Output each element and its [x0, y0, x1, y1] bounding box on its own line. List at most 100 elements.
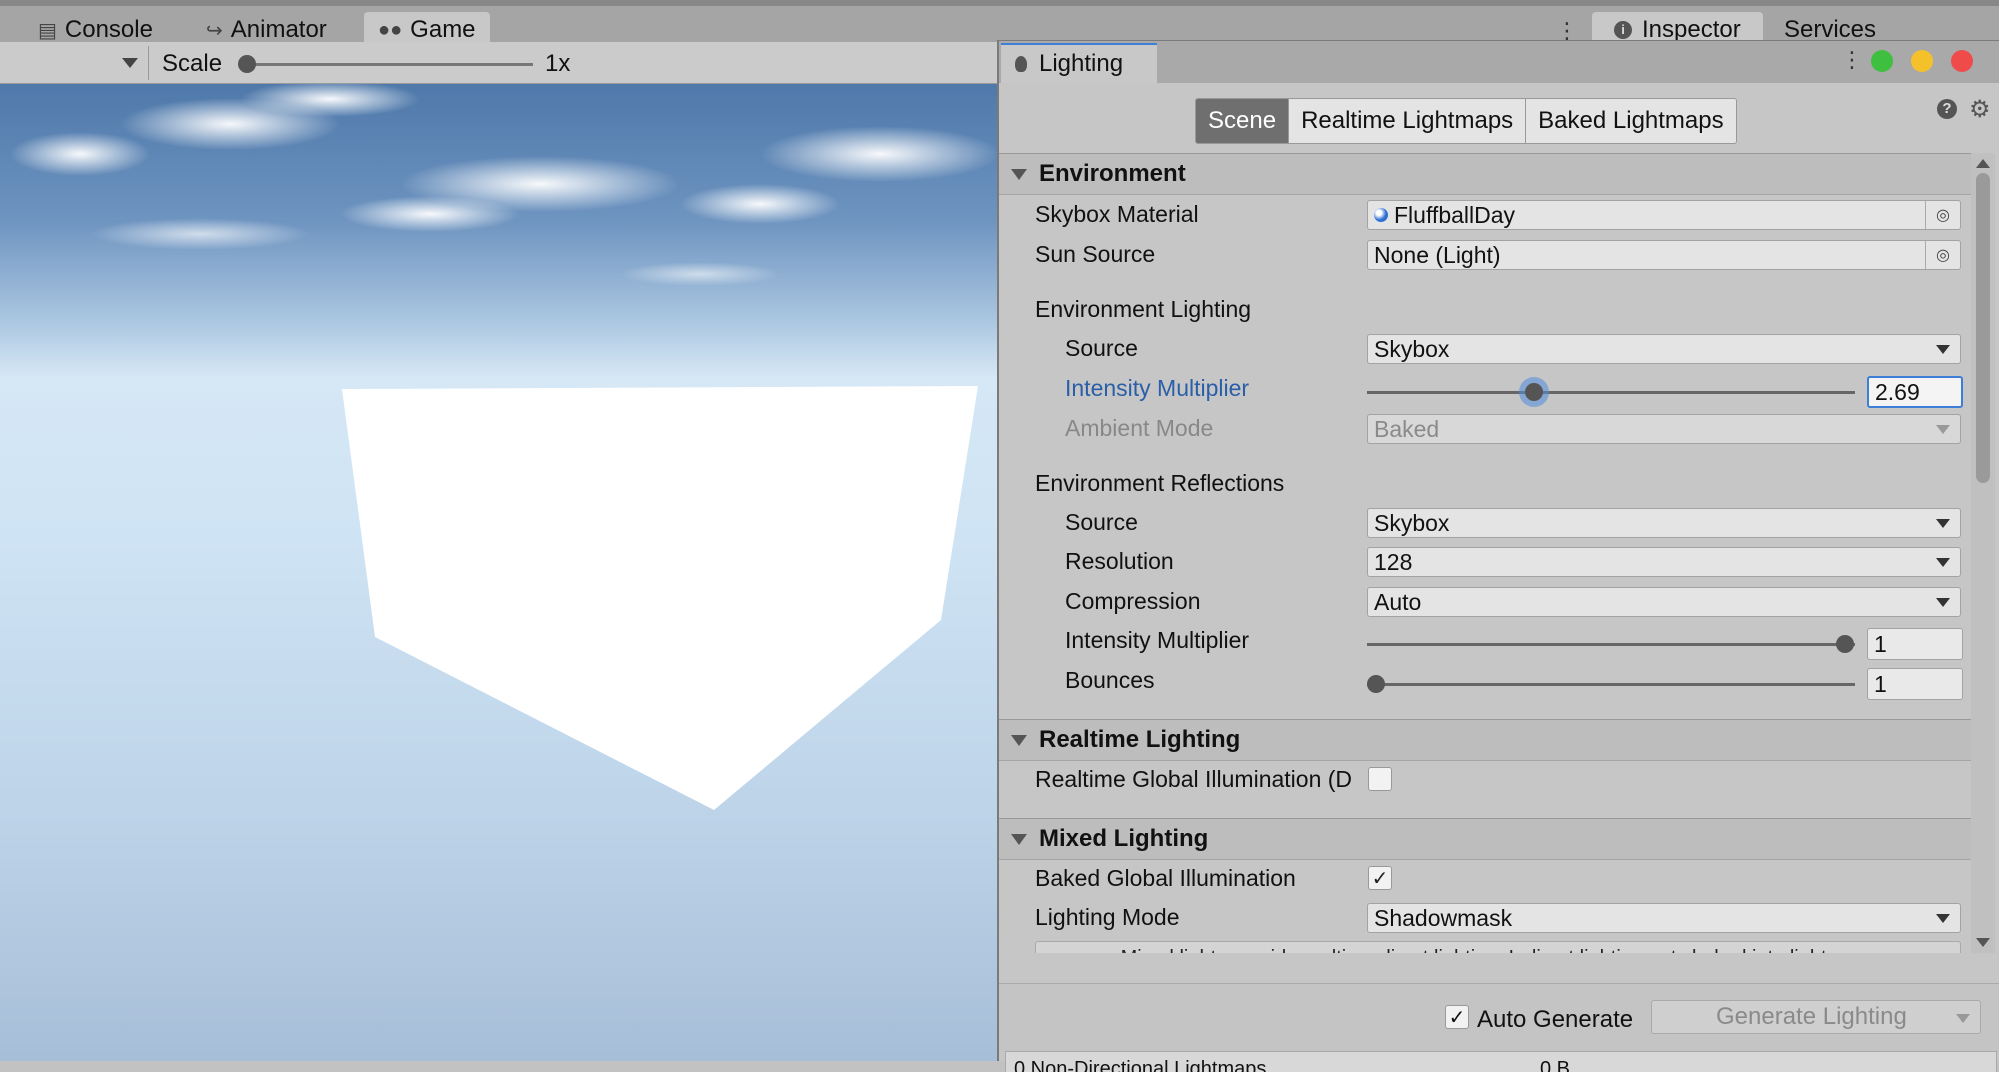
bounces-slider-thumb[interactable] [1367, 675, 1385, 693]
lighting-titlebar: Lighting ⋮ [999, 41, 1999, 83]
lighting-window: Lighting ⋮ Scene Realtime Lightmaps Bake… [997, 40, 1999, 1072]
generate-lighting-label: Generate Lighting [1716, 1003, 1907, 1030]
help-icon[interactable]: ? [1937, 99, 1957, 119]
reflection-source-value: Skybox [1374, 509, 1450, 536]
lightmap-size: 0 B [1540, 1058, 1571, 1072]
mixed-lighting-info-box: Mixed lights provide realtime direct lig… [1035, 941, 1961, 953]
editor-tab-bar: ▤ Console ↪ Animator ●● Game ⋮ i Inspect… [0, 0, 1999, 48]
baked-gi-checkbox[interactable]: ✓ [1368, 866, 1392, 890]
chevron-down-icon [1936, 914, 1950, 923]
auto-generate-checkbox[interactable]: ✓ [1445, 1005, 1469, 1029]
realtime-gi-checkbox[interactable] [1368, 767, 1392, 791]
bounces-label: Bounces [1065, 667, 1155, 693]
compression-label: Compression [1065, 588, 1201, 614]
skybox-material-label: Skybox Material [1035, 201, 1199, 227]
object-picker-icon[interactable]: ◎ [1925, 201, 1960, 229]
bounces-input[interactable]: 1 [1867, 668, 1963, 700]
foldout-arrow-icon [1011, 734, 1027, 746]
lighting-mode-label: Lighting Mode [1035, 904, 1180, 930]
maximize-button[interactable] [1871, 50, 1893, 72]
ambient-mode-label: Ambient Mode [1065, 415, 1214, 441]
game-toolbar: Scale 1x [0, 42, 1000, 84]
baked-gi-label: Baked Global Illumination [1035, 865, 1296, 891]
resolution-dropdown[interactable]: 128 [1367, 547, 1961, 577]
toolbar-divider [148, 46, 149, 80]
console-icon: ▤ [38, 19, 57, 42]
lighting-bottom-bar: ✓ Auto Generate Generate Lighting [999, 983, 1999, 1052]
info-icon: i [1614, 21, 1632, 39]
tab-game-label: Game [410, 16, 476, 43]
reflection-source-label: Source [1065, 509, 1138, 535]
chevron-down-icon [1936, 345, 1950, 354]
compression-dropdown[interactable]: Auto [1367, 587, 1961, 617]
object-picker-icon[interactable]: ◎ [1925, 241, 1960, 269]
section-environment[interactable]: Environment [999, 153, 1971, 195]
lighting-mode-tabs: Scene Realtime Lightmaps Baked Lightmaps [1195, 98, 1737, 144]
reflection-intensity-slider-track[interactable] [1367, 643, 1855, 646]
section-mixed-lighting[interactable]: Mixed Lighting [999, 818, 1971, 860]
section-realtime-lighting[interactable]: Realtime Lighting [999, 719, 1971, 761]
sun-source-label: Sun Source [1035, 241, 1156, 267]
environment-lighting-label: Environment Lighting [1035, 296, 1252, 322]
environment-reflections-label: Environment Reflections [1035, 470, 1285, 496]
generate-lighting-button[interactable]: Generate Lighting [1651, 1000, 1981, 1034]
lighting-title: Lighting [1039, 50, 1124, 77]
foldout-arrow-icon [1011, 833, 1027, 845]
chevron-down-icon [1936, 519, 1950, 528]
lighting-source-value: Skybox [1374, 335, 1450, 362]
reflection-source-dropdown[interactable]: Skybox [1367, 508, 1961, 538]
lighting-scrollbar[interactable] [1971, 153, 1995, 953]
sun-source-value: None (Light) [1374, 241, 1501, 268]
chevron-down-icon [1956, 1014, 1970, 1023]
display-dropdown-icon[interactable] [122, 58, 138, 68]
lighting-mode-value: Shadowmask [1374, 904, 1513, 931]
lighting-source-label: Source [1065, 335, 1138, 361]
gear-icon[interactable]: ⚙ [1969, 95, 1991, 124]
section-realtime-lighting-label: Realtime Lighting [1039, 726, 1241, 753]
lighting-source-dropdown[interactable]: Skybox [1367, 334, 1961, 364]
scroll-down-icon[interactable] [1976, 938, 1990, 947]
bounces-slider-track[interactable] [1367, 683, 1855, 686]
scale-slider-track[interactable] [245, 63, 533, 66]
reflection-intensity-label: Intensity Multiplier [1065, 627, 1250, 653]
scale-label: Scale [162, 50, 223, 77]
auto-generate-label: Auto Generate [1477, 1006, 1634, 1033]
scroll-up-icon[interactable] [1976, 159, 1990, 168]
tab-baked-lightmaps[interactable]: Baked Lightmaps [1526, 99, 1736, 143]
skybox-material-field[interactable]: FluffballDay ◎ [1367, 200, 1961, 230]
white-cube[interactable] [342, 386, 978, 810]
clouds [10, 84, 1000, 286]
chevron-down-icon [1936, 598, 1950, 607]
scale-value: 1x [545, 50, 571, 77]
scale-slider-thumb[interactable] [238, 55, 256, 73]
close-button[interactable] [1951, 50, 1973, 72]
compression-value: Auto [1374, 588, 1422, 615]
chevron-down-icon [1936, 558, 1950, 567]
intensity-slider-track[interactable] [1367, 391, 1855, 394]
intensity-multiplier-input[interactable]: 2.69 [1867, 376, 1963, 408]
tab-realtime-lightmaps[interactable]: Realtime Lightmaps [1289, 99, 1527, 143]
section-environment-label: Environment [1039, 160, 1186, 187]
realtime-gi-label: Realtime Global Illumination (D [1035, 766, 1353, 792]
window-menu-icon[interactable]: ⋮ [1841, 47, 1863, 73]
reflection-intensity-slider-thumb[interactable] [1836, 635, 1854, 653]
scrollbar-thumb[interactable] [1976, 173, 1990, 483]
minimize-button[interactable] [1911, 50, 1933, 72]
lightmap-stats: 0 Non-Directional Lightmaps 0 B [1005, 1051, 1997, 1072]
intensity-multiplier-label: Intensity Multiplier [1065, 375, 1250, 401]
skybox-material-value: FluffballDay [1394, 201, 1516, 228]
tab-animator-label: Animator [230, 16, 327, 43]
ambient-mode-value: Baked [1374, 415, 1440, 442]
game-view[interactable] [0, 84, 1000, 1061]
tab-console-label: Console [64, 16, 153, 43]
intensity-slider-thumb[interactable] [1525, 383, 1543, 401]
lighting-mode-dropdown[interactable]: Shadowmask [1367, 903, 1961, 933]
sun-source-field[interactable]: None (Light) ◎ [1367, 240, 1961, 270]
tab-scene[interactable]: Scene [1196, 99, 1290, 143]
foldout-arrow-icon [1011, 168, 1027, 180]
reflection-intensity-input[interactable]: 1 [1867, 628, 1963, 660]
tab-lighting[interactable]: Lighting [1001, 43, 1157, 83]
section-mixed-lighting-label: Mixed Lighting [1039, 825, 1209, 852]
ambient-mode-dropdown: Baked [1367, 414, 1961, 444]
animator-icon: ↪ [206, 19, 223, 42]
